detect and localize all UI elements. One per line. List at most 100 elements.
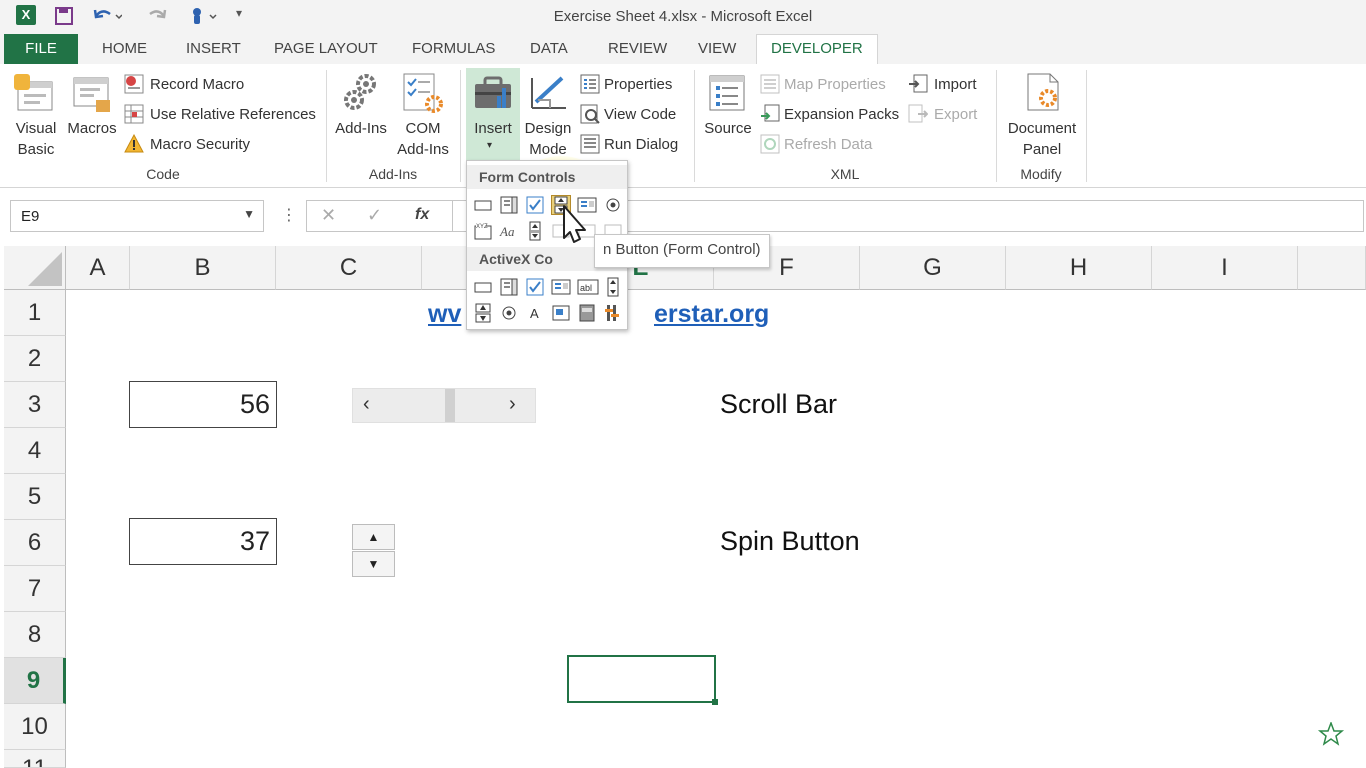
xml-source-icon: [708, 74, 748, 119]
map-properties-button[interactable]: Map Properties: [784, 76, 886, 93]
export-icon: [908, 104, 929, 129]
row-header-8[interactable]: 8: [4, 612, 66, 658]
form-label-icon[interactable]: Aa: [499, 221, 519, 241]
form-option-button-icon[interactable]: [603, 195, 623, 215]
form-group-box-icon[interactable]: XYZ: [473, 221, 493, 241]
select-all-button[interactable]: [4, 246, 66, 290]
refresh-data-button[interactable]: Refresh Data: [784, 136, 872, 153]
relative-references-icon: [124, 104, 144, 129]
design-mode-button[interactable]: Design Mode: [520, 118, 576, 160]
import-button[interactable]: Import: [934, 76, 977, 93]
add-ins-button[interactable]: Add-Ins: [330, 118, 392, 139]
column-header-a[interactable]: A: [66, 246, 130, 290]
use-relative-references-button[interactable]: Use Relative References: [150, 106, 316, 123]
column-header-j[interactable]: [1298, 246, 1366, 290]
column-header-c[interactable]: C: [276, 246, 422, 290]
properties-button[interactable]: Properties: [604, 76, 672, 93]
svg-text:XYZ: XYZ: [476, 224, 488, 230]
tab-page-layout[interactable]: PAGE LAYOUT: [274, 40, 378, 57]
run-dialog-button[interactable]: Run Dialog: [604, 136, 678, 153]
website-link-left[interactable]: wv: [428, 300, 461, 329]
website-link-right[interactable]: erstar.org: [654, 300, 769, 329]
column-header-h[interactable]: H: [1006, 246, 1152, 290]
name-box-dropdown-icon[interactable]: ▼: [243, 207, 255, 221]
tab-insert[interactable]: INSERT: [186, 40, 241, 57]
tab-data[interactable]: DATA: [530, 40, 568, 57]
form-scroll-bar-icon[interactable]: [525, 221, 545, 241]
form-button-icon[interactable]: [473, 195, 493, 215]
row-header-6[interactable]: 6: [4, 520, 66, 566]
name-box[interactable]: E9 ▼: [10, 200, 264, 232]
column-header-i[interactable]: I: [1152, 246, 1298, 290]
row-header-4[interactable]: 4: [4, 428, 66, 474]
cancel-entry-icon[interactable]: ✕: [321, 205, 336, 226]
tab-formulas[interactable]: FORMULAS: [412, 40, 495, 57]
refresh-data-icon: [760, 134, 780, 159]
fill-handle[interactable]: [712, 699, 718, 705]
view-code-button[interactable]: View Code: [604, 106, 676, 123]
more-options-icon[interactable]: ⋮: [281, 205, 297, 225]
column-header-g[interactable]: G: [860, 246, 1006, 290]
row-header-7[interactable]: 7: [4, 566, 66, 612]
insert-function-icon[interactable]: fx: [415, 206, 429, 224]
view-code-icon: [580, 104, 600, 129]
insert-controls-button[interactable]: Insert: [466, 118, 520, 139]
tab-developer[interactable]: DEVELOPER: [756, 34, 878, 64]
import-icon: [908, 74, 928, 99]
macros-button[interactable]: Macros: [64, 118, 120, 139]
activex-toggle-button-icon[interactable]: [577, 303, 597, 323]
svg-text:A: A: [530, 306, 539, 321]
activex-scroll-bar-icon[interactable]: [603, 277, 623, 297]
svg-text:abl: abl: [580, 283, 592, 293]
row-header-2[interactable]: 2: [4, 336, 66, 382]
tab-home[interactable]: HOME: [102, 40, 147, 57]
scroll-right-arrow-icon[interactable]: ›: [509, 393, 516, 416]
insert-dropdown-arrow-icon[interactable]: ▾: [487, 140, 492, 151]
tab-view[interactable]: VIEW: [698, 40, 736, 57]
row-header-3[interactable]: 3: [4, 382, 66, 428]
row-header-11[interactable]: 11: [4, 750, 66, 768]
activex-text-box-icon[interactable]: abl: [577, 277, 599, 297]
document-panel-icon: [1024, 72, 1064, 119]
column-header-b[interactable]: B: [130, 246, 276, 290]
xml-source-button[interactable]: Source: [700, 118, 756, 139]
activex-image-icon[interactable]: [551, 303, 571, 323]
macro-security-button[interactable]: Macro Security: [150, 136, 250, 153]
activex-more-controls-icon[interactable]: [603, 303, 623, 323]
row-header-5[interactable]: 5: [4, 474, 66, 520]
activex-spin-button-icon[interactable]: [473, 303, 493, 323]
spin-down-arrow-icon[interactable]: ▼: [352, 551, 395, 577]
linked-cell-b6[interactable]: 37: [129, 518, 277, 565]
visual-basic-button[interactable]: Visual Basic: [8, 118, 64, 160]
properties-icon: [580, 74, 600, 99]
export-button[interactable]: Export: [934, 106, 977, 123]
com-add-ins-button[interactable]: COM Add-Ins: [392, 118, 454, 160]
activex-checkbox-icon[interactable]: [525, 277, 545, 297]
row-header-10[interactable]: 10: [4, 704, 66, 750]
window-title: Exercise Sheet 4.xlsx - Microsoft Excel: [553, 8, 813, 25]
selected-cell-e9[interactable]: [567, 655, 716, 703]
document-panel-button[interactable]: Document Panel: [1000, 118, 1084, 160]
activex-combo-box-icon[interactable]: [499, 277, 519, 297]
com-addins-icon: [402, 72, 444, 119]
form-checkbox-icon[interactable]: [525, 195, 545, 215]
warning-icon: [124, 133, 144, 159]
svg-text:Aa: Aa: [499, 224, 515, 239]
linked-cell-b3[interactable]: 56: [129, 381, 277, 428]
scroll-left-arrow-icon[interactable]: ‹: [363, 393, 370, 416]
row-header-1[interactable]: 1: [4, 290, 66, 336]
confirm-entry-icon[interactable]: ✓: [367, 205, 382, 226]
expansion-packs-button[interactable]: Expansion Packs: [784, 106, 899, 123]
spin-up-arrow-icon[interactable]: ▲: [352, 524, 395, 550]
activex-label-icon[interactable]: A: [525, 303, 545, 323]
activex-button-icon[interactable]: [473, 277, 493, 297]
form-combo-box-icon[interactable]: [499, 195, 519, 215]
tab-file[interactable]: FILE: [4, 34, 78, 64]
scroll-bar-control[interactable]: ‹ ›: [352, 388, 536, 423]
activex-list-box-icon[interactable]: [551, 277, 571, 297]
row-header-9[interactable]: 9: [4, 658, 66, 704]
scroll-thumb[interactable]: [445, 389, 455, 422]
activex-option-button-icon[interactable]: [499, 303, 519, 323]
tab-review[interactable]: REVIEW: [608, 40, 667, 57]
record-macro-button[interactable]: Record Macro: [150, 76, 244, 93]
